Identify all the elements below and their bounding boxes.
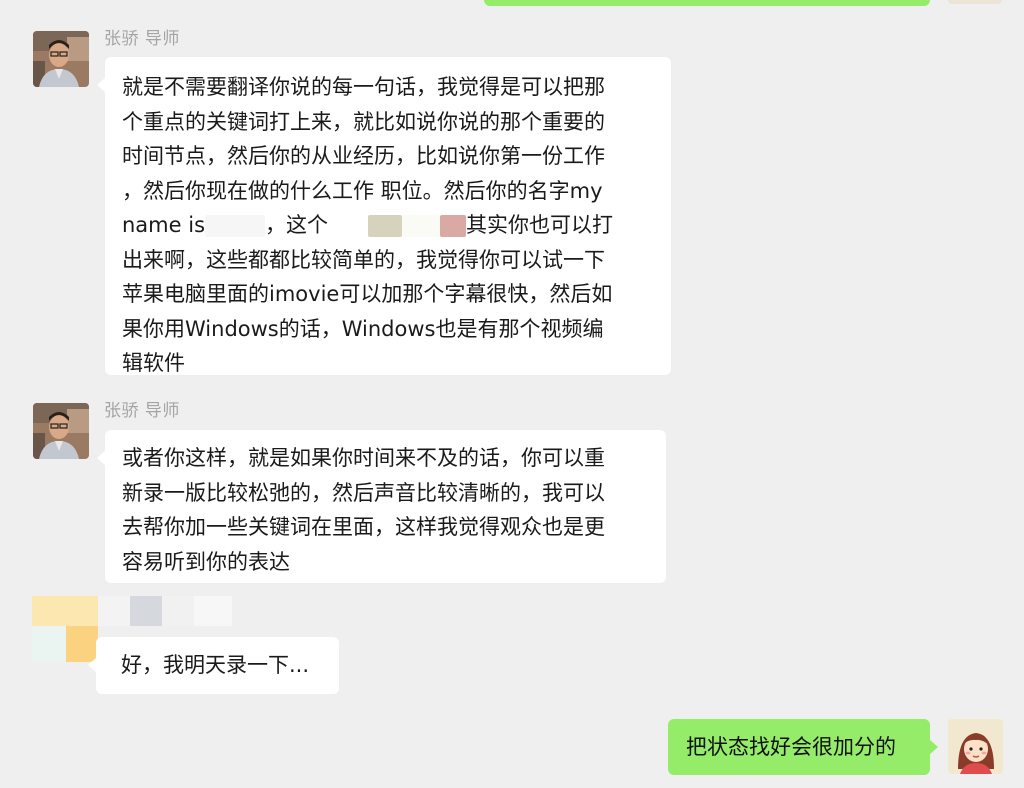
- message-line: 个重点的关键词打上来，就比如说你说的那个重要的: [122, 109, 605, 134]
- message-line: 或者你这样，就是如果你时间来不及的话，你可以重: [122, 446, 605, 470]
- redacted-block: [328, 215, 369, 237]
- message-line: ，然后你现在做的什么工作 职位。然后你的名字my: [122, 178, 603, 203]
- message-line-redacted: name is ，这个 其实你也可以打: [122, 208, 671, 243]
- previous-self-avatar[interactable]: [948, 0, 1002, 4]
- outgoing-message-bubble[interactable]: 把状态找好会很加分的: [668, 719, 938, 775]
- incoming-message-bubble[interactable]: 或者你这样，就是如果你时间来不及的话，你可以重 新录一版比较松弛的，然后声音比较…: [97, 430, 666, 583]
- message-line: 果你用Windows的话，Windows也是有那个视频编: [122, 316, 604, 341]
- message-line: 苹果电脑里面的imovie可以加那个字幕很快，然后如: [122, 282, 613, 306]
- message-line: 去帮你加一些关键词在里面，这样我觉得观众也是更: [122, 515, 605, 539]
- redacted-block: [368, 215, 403, 237]
- redacted-block: [440, 215, 467, 237]
- message-fragment: ，这个: [265, 213, 329, 237]
- mentor-avatar-icon[interactable]: [33, 403, 89, 459]
- message-fragment: 其实你也可以打: [466, 213, 614, 237]
- previous-outgoing-bubble[interactable]: [484, 0, 930, 6]
- message-line: 出来啊，这些都都比较简单的，我觉得你可以试一下: [122, 247, 605, 272]
- sender-name: 张骄 导师: [104, 29, 180, 49]
- message-line: 新录一版比较松弛的，然后声音比较清晰的，我可以: [122, 480, 605, 505]
- redacted-block: [205, 215, 266, 237]
- incoming-message-bubble[interactable]: 就是不需要翻译你说的每一句话，我觉得是可以把那 个重点的关键词打上来，就比如说你…: [97, 57, 671, 375]
- sender-name: 张骄 导师: [104, 401, 180, 421]
- message-line: 就是不需要翻译你说的每一句话，我觉得是可以把那: [122, 75, 605, 99]
- message-line: 辑软件: [122, 351, 185, 375]
- self-avatar-icon[interactable]: [948, 719, 1003, 774]
- redacted-block: [402, 215, 441, 237]
- message-line: 好，我明天录一下...: [121, 653, 310, 677]
- message-text: 把状态找好会很加分的: [686, 735, 896, 759]
- mentor-avatar-icon[interactable]: [33, 31, 89, 87]
- message-line: 时间节点，然后你的从业经历，比如说你第一份工作: [122, 144, 605, 168]
- message-fragment: name is: [122, 213, 206, 237]
- message-line: 容易听到你的表达: [122, 549, 290, 574]
- incoming-message-bubble[interactable]: 好，我明天录一下...: [88, 637, 339, 694]
